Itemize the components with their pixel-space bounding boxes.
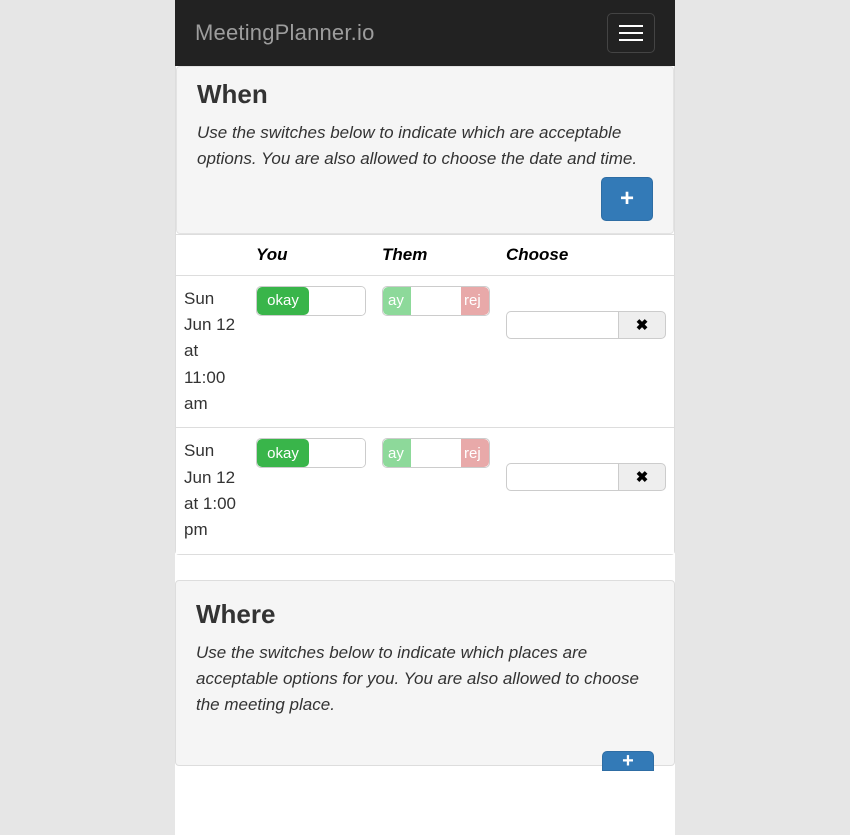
them-switch[interactable]: ay rej: [382, 438, 490, 468]
hamburger-bar-icon: [619, 39, 643, 41]
table-row: Sun Jun 12 at 1:00 pm okay ay rej: [176, 428, 674, 554]
switch-blank-segment: [309, 287, 365, 315]
add-place-button[interactable]: +: [602, 751, 654, 771]
time-label: Sun Jun 12 at 11:00 am: [176, 275, 248, 428]
switch-reject-segment: rej: [461, 439, 489, 467]
col-you: You: [248, 234, 374, 275]
switch-okay-segment: ay: [383, 439, 411, 467]
when-description: Use the switches below to indicate which…: [197, 120, 643, 173]
navbar: MeetingPlanner.io: [175, 0, 675, 66]
col-them: Them: [374, 234, 498, 275]
plus-icon: +: [620, 185, 634, 213]
menu-toggle-button[interactable]: [607, 13, 655, 53]
where-description: Use the switches below to indicate which…: [196, 640, 644, 719]
col-blank: [176, 234, 248, 275]
remove-time-button[interactable]: ✖: [618, 463, 666, 491]
switch-okay-segment: ay: [383, 287, 411, 315]
switch-okay-segment: okay: [257, 439, 309, 467]
choose-group: ✖: [506, 311, 666, 339]
switch-mid-segment: [411, 287, 461, 315]
brand[interactable]: MeetingPlanner.io: [195, 20, 375, 46]
switch-mid-segment: [411, 439, 461, 467]
choose-group: ✖: [506, 463, 666, 491]
hamburger-bar-icon: [619, 25, 643, 27]
switch-reject-segment: rej: [461, 287, 489, 315]
choose-select[interactable]: [506, 311, 618, 339]
when-heading: When: [197, 79, 653, 110]
them-switch[interactable]: ay rej: [382, 286, 490, 316]
where-heading: Where: [196, 599, 654, 630]
close-icon: ✖: [636, 468, 649, 486]
table-row: Sun Jun 12 at 11:00 am okay ay rej: [176, 275, 674, 428]
choose-select[interactable]: [506, 463, 618, 491]
remove-time-button[interactable]: ✖: [618, 311, 666, 339]
when-card: When Use the switches below to indicate …: [175, 66, 675, 555]
col-choose: Choose: [498, 234, 674, 275]
hamburger-bar-icon: [619, 32, 643, 34]
time-options-table: You Them Choose Sun Jun 12 at 11:00 am o…: [176, 234, 674, 554]
where-card: Where Use the switches below to indicate…: [175, 580, 675, 766]
close-icon: ✖: [636, 316, 649, 334]
switch-blank-segment: [309, 439, 365, 467]
switch-okay-segment: okay: [257, 287, 309, 315]
add-time-button[interactable]: +: [601, 177, 653, 221]
you-switch[interactable]: okay: [256, 286, 366, 316]
you-switch[interactable]: okay: [256, 438, 366, 468]
time-label: Sun Jun 12 at 1:00 pm: [176, 428, 248, 554]
plus-icon: +: [622, 751, 634, 771]
